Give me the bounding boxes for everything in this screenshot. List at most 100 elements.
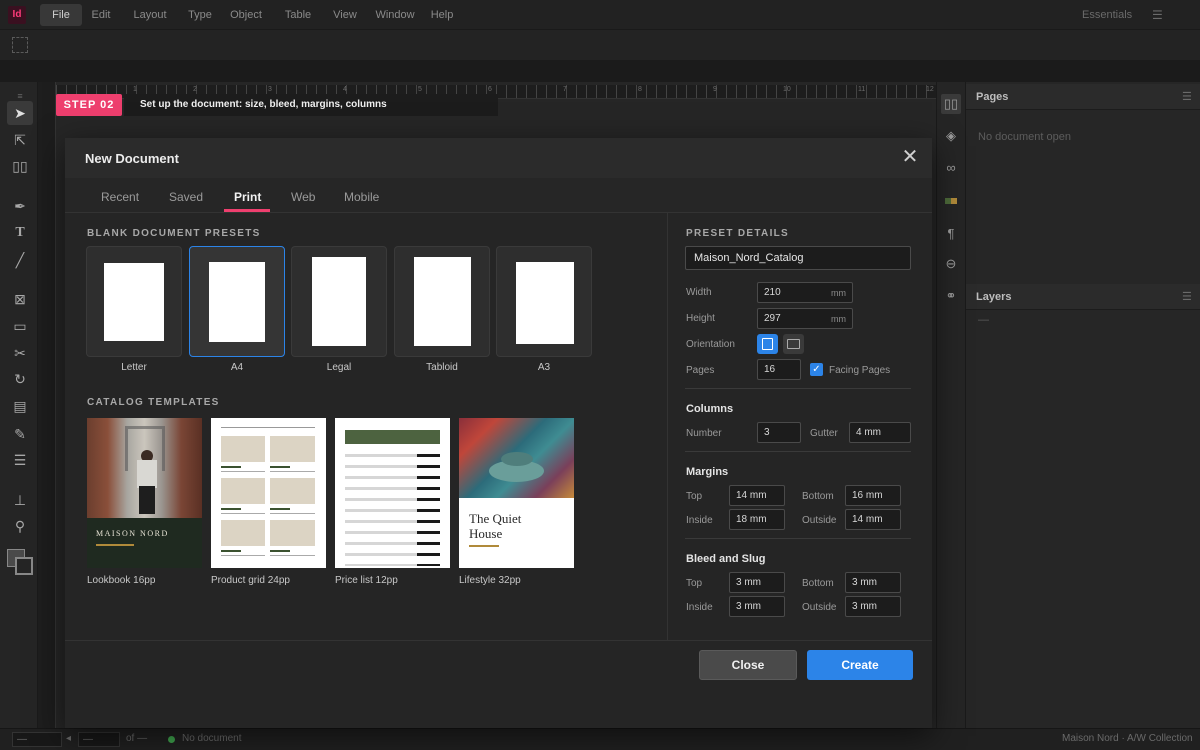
product-image [221,520,265,546]
template-label-product-grid: Product grid 24pp [211,575,290,586]
margin-top-field[interactable]: 14 mm [729,485,785,506]
margin-outside-field[interactable]: 14 mm [845,509,901,530]
preset-legal[interactable] [291,246,387,357]
template-product-grid[interactable] [211,418,326,568]
template-lifestyle[interactable]: The Quiet House [459,418,574,568]
close-button[interactable]: Close [699,650,797,680]
price-list-header [345,430,440,444]
lookbook-band [87,518,202,568]
menu-window[interactable]: Window [372,0,418,30]
gradient-tool-icon[interactable]: ▤ [7,394,33,418]
menu-object[interactable]: Object [226,0,266,30]
menu-edit[interactable]: Edit [86,0,116,30]
preset-label-letter: Letter [121,362,147,373]
swatches-panel-icon[interactable] [941,190,961,210]
portrait-orientation-button[interactable] [757,334,778,354]
close-icon[interactable]: ✕ [900,147,920,167]
hamburger-menu-icon[interactable]: ☰ [1152,8,1164,22]
pathfinder-panel-icon[interactable]: ⚭ [941,286,961,306]
page-number-field[interactable]: — [12,732,62,747]
links-panel-icon[interactable]: ∞ [941,158,961,178]
line-tool-icon[interactable]: ╱ [7,248,33,272]
dialog-title: New Document [85,151,179,166]
tab-web[interactable]: Web [291,190,315,204]
paragraph-panel-icon[interactable]: ¶ [941,224,961,244]
preset-tabloid[interactable] [394,246,490,357]
bleed-outside-field[interactable]: 3 mm [845,596,901,617]
pages-label: Pages [686,365,715,376]
tab-mobile[interactable]: Mobile [344,190,379,204]
rotate-tool-icon[interactable]: ↻ [7,367,33,391]
preset-letter[interactable] [86,246,182,357]
pen-tool-icon[interactable]: ✒ [7,194,33,218]
margin-bottom-label: Bottom [802,491,834,502]
stroke-swatch[interactable] [15,557,33,575]
pencil-tool-icon[interactable]: ✎ [7,422,33,446]
rectangle-tool-icon[interactable]: ▭ [7,314,33,338]
preset-name-input[interactable]: Maison_Nord_Catalog [685,246,911,270]
menu-help[interactable]: Help [428,0,456,30]
rule [270,466,290,468]
type-tool-icon[interactable]: T [7,221,33,245]
ruler-label: 9 [713,86,717,93]
tab-recent[interactable]: Recent [101,190,139,204]
template-price-list[interactable] [335,418,450,568]
facing-pages-label: Facing Pages [829,365,891,376]
preset-label-legal: Legal [326,362,352,373]
margin-outside-label: Outside [802,515,837,526]
menu-type[interactable]: Type [184,0,216,30]
direct-selection-tool-icon[interactable]: ⇱ [7,128,33,152]
preset-a3[interactable] [496,246,592,357]
rule [270,555,315,556]
margin-bottom-field[interactable]: 16 mm [845,485,901,506]
landscape-orientation-button[interactable] [783,334,804,354]
reference-point-icon[interactable] [12,37,28,53]
layers-panel-menu-icon[interactable]: ☰ [1182,290,1192,303]
status-indicator-icon [168,736,175,743]
template-lookbook[interactable]: MAISON NORD [87,418,202,568]
tab-print[interactable]: Print [234,190,261,204]
column-number-field[interactable]: 3 [757,422,801,443]
bleed-outside-label: Outside [802,602,837,613]
ruler-label: 11 [858,86,866,93]
measure-tool-icon[interactable]: ⊥ [7,488,33,512]
layers-panel-icon[interactable]: ◈ [941,126,961,146]
facing-pages-checkbox[interactable]: ✓ [810,363,823,376]
menu-table[interactable]: Table [281,0,315,30]
gap-tool-icon[interactable]: ▯▯ [7,154,33,178]
margins-title: Margins [686,466,729,478]
bleed-top-field[interactable]: 3 mm [729,572,785,593]
rectangle-frame-tool-icon[interactable]: ⊠ [7,287,33,311]
selection-tool-icon[interactable]: ➤ [7,101,33,125]
dialog-header [65,138,932,178]
pages-field[interactable]: 16 [757,359,801,380]
prev-page-icon[interactable]: ◂ [66,733,71,744]
gutter-field[interactable]: 4 mm [849,422,911,443]
preset-label-a4: A4 [230,362,244,373]
menu-file[interactable]: File [40,4,82,26]
create-button[interactable]: Create [807,650,913,680]
control-bar [0,30,1200,60]
page-thumbnail [516,262,574,344]
zoom-tool-icon[interactable]: ⚲ [7,514,33,538]
bleed-bottom-field[interactable]: 3 mm [845,572,901,593]
ruler-label: 6 [488,86,492,93]
note-tool-icon[interactable]: ☰ [7,448,33,472]
bleed-inside-field[interactable]: 3 mm [729,596,785,617]
page-select-field[interactable]: — [78,732,120,747]
margin-inside-field[interactable]: 18 mm [729,509,785,530]
template-label-lifestyle: Lifestyle 32pp [459,575,521,586]
stroke-panel-icon[interactable]: ⊖ [941,254,961,274]
workspace-switcher[interactable]: Essentials [1082,0,1132,30]
preset-a4[interactable] [189,246,285,357]
rule [270,471,315,472]
menu-view[interactable]: View [330,0,360,30]
scissors-tool-icon[interactable]: ✂ [7,341,33,365]
vertical-ruler [42,82,56,728]
tab-saved[interactable]: Saved [169,190,203,204]
pages-panel-icon[interactable]: ▯▯ [941,94,961,114]
product-image [270,436,315,462]
pages-panel-menu-icon[interactable]: ☰ [1182,90,1192,103]
orientation-label: Orientation [686,339,735,350]
menu-layout[interactable]: Layout [128,0,172,30]
